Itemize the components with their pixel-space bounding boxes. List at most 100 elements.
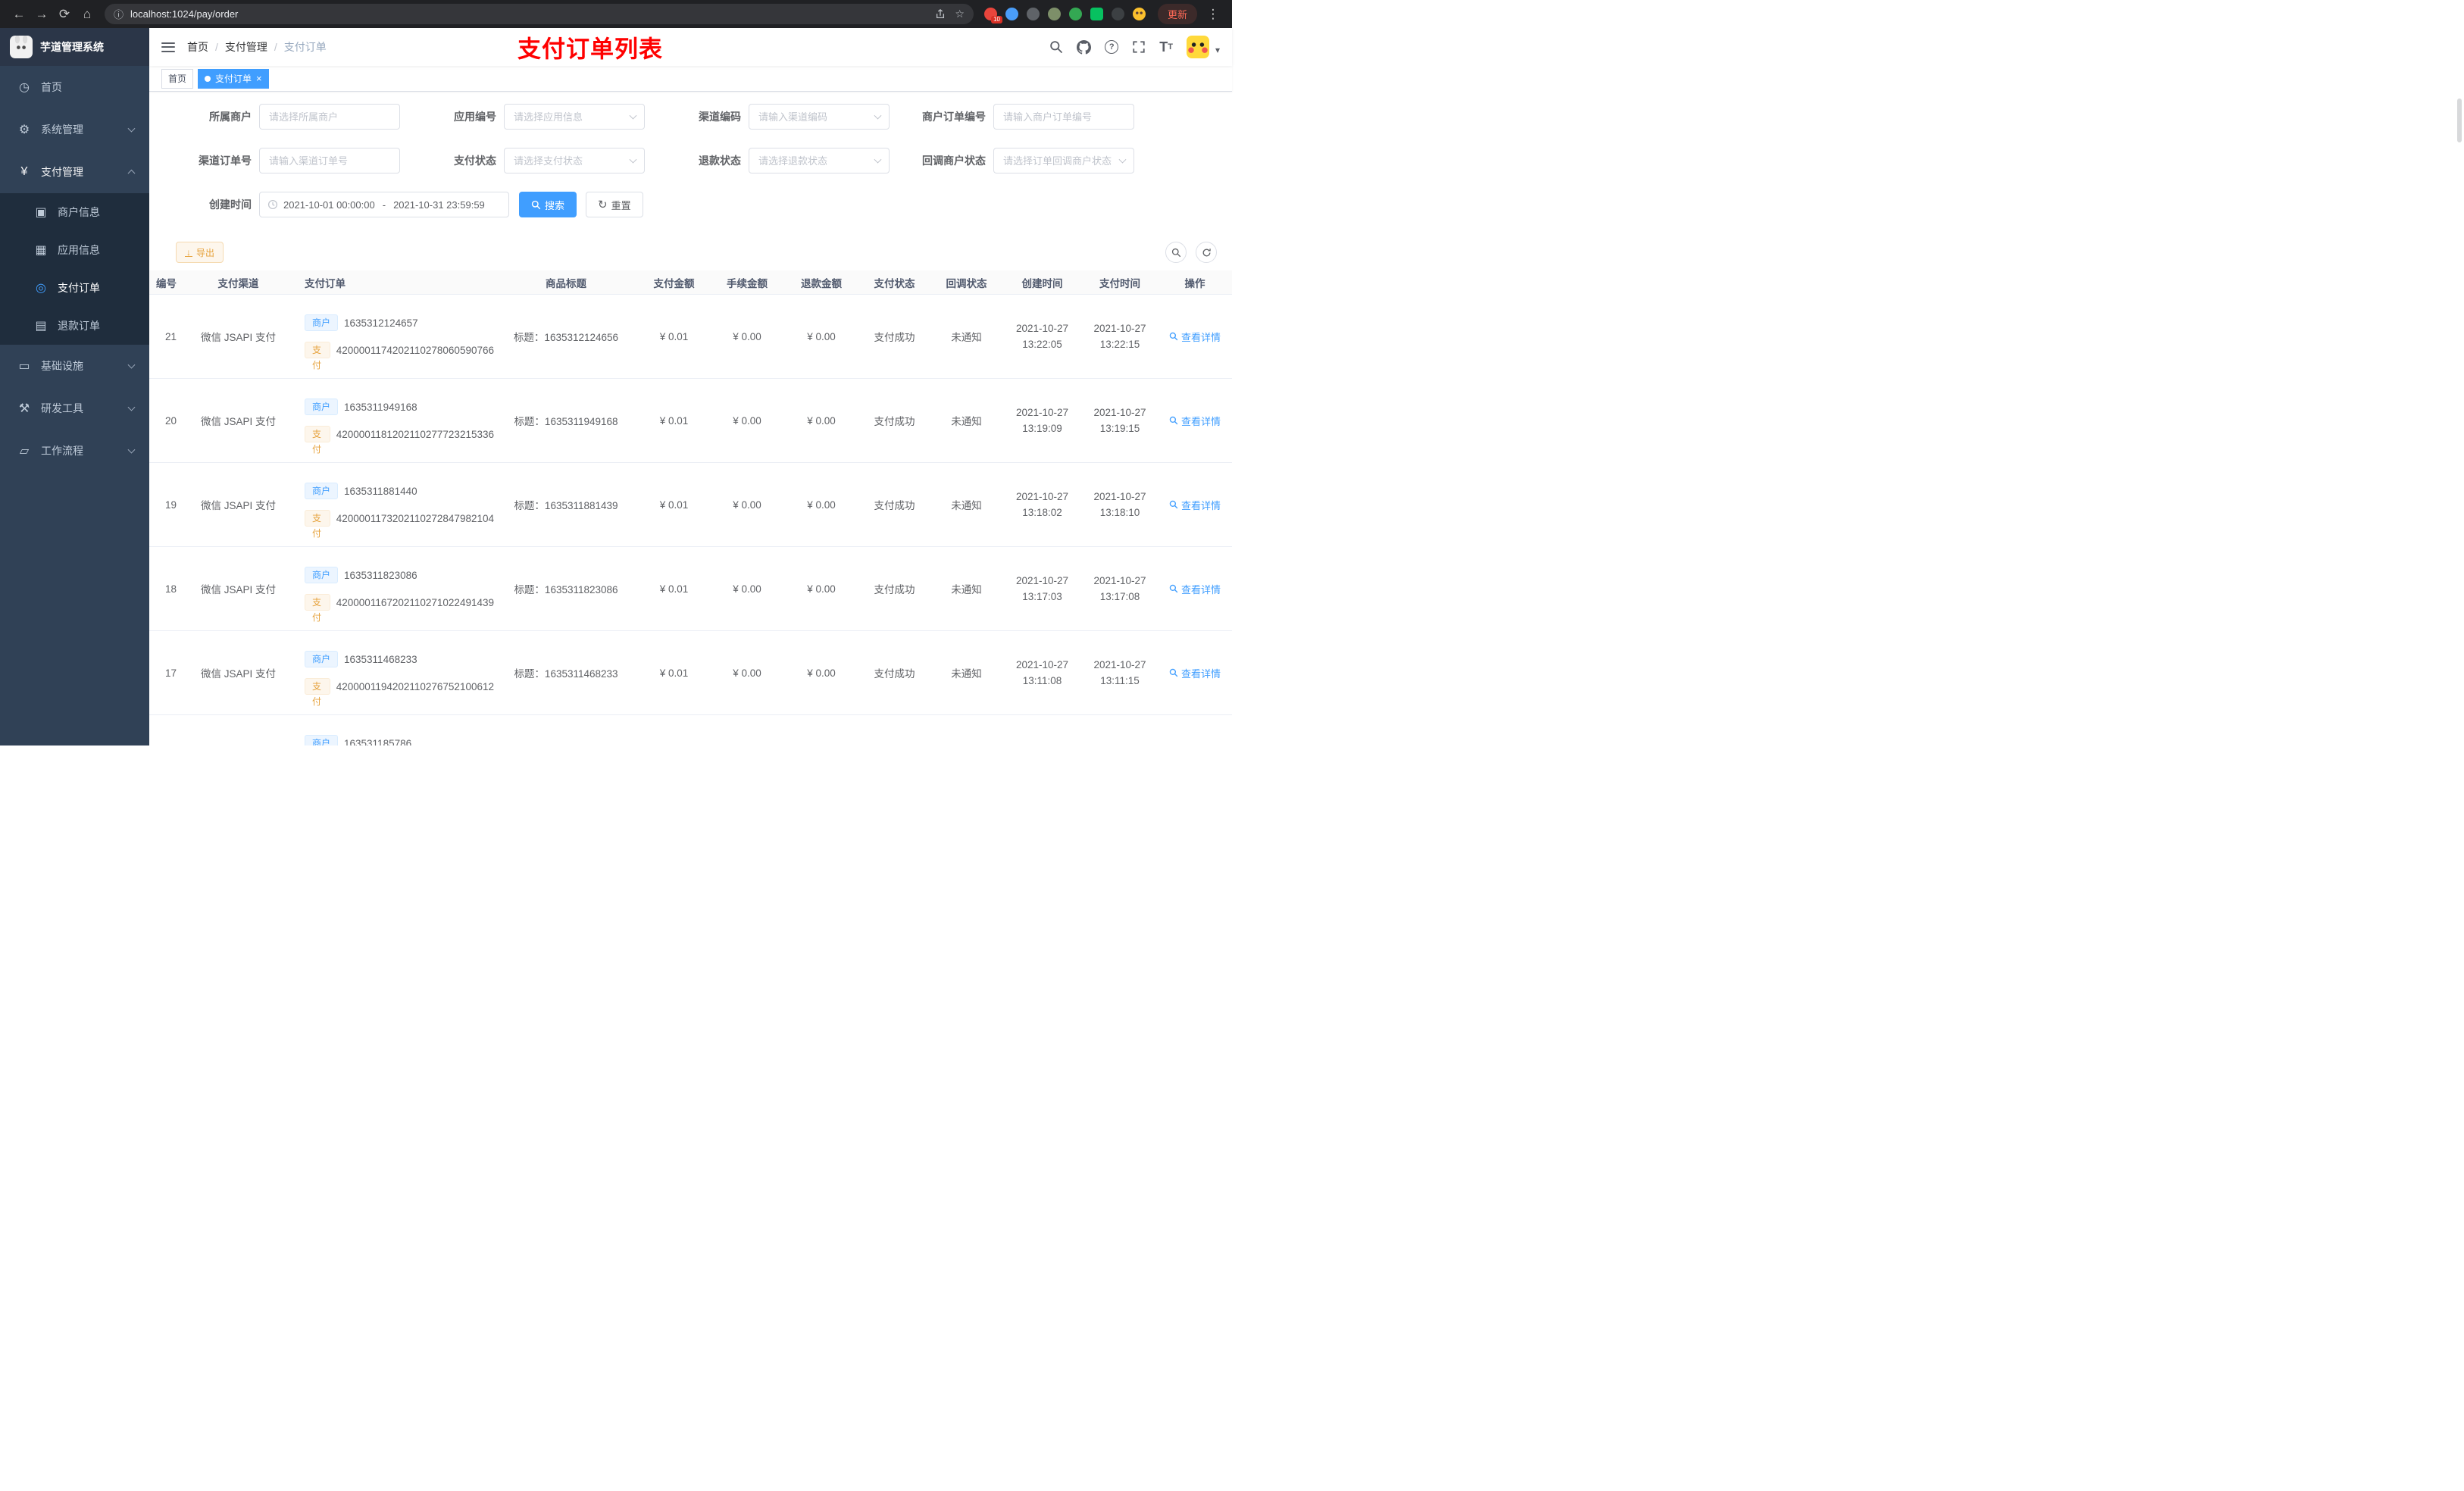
hammer-icon: ⚒ bbox=[18, 402, 30, 415]
view-detail-link[interactable]: 查看详情 bbox=[1158, 414, 1232, 428]
cell-pay-amount: ¥ 0.01 bbox=[659, 330, 689, 342]
reset-button[interactable]: ↻ 重置 bbox=[586, 192, 643, 217]
reload-icon[interactable]: ⟳ bbox=[53, 0, 76, 28]
table-row: 商户 163531185786 bbox=[149, 715, 1232, 746]
avatar-caret-icon[interactable]: ▾ bbox=[1215, 45, 1220, 55]
sidebar-item-refund-order[interactable]: ▤ 退款订单 bbox=[0, 307, 149, 345]
cell-order-id: 21 bbox=[164, 330, 177, 342]
column-header: 手续金额 bbox=[727, 277, 768, 289]
search-button[interactable]: 搜索 bbox=[519, 192, 577, 217]
app-logo: 芋道管理系统 bbox=[0, 28, 149, 66]
chevron-down-icon bbox=[127, 403, 136, 411]
column-header: 编号 bbox=[156, 277, 177, 289]
extension-icon[interactable] bbox=[1047, 8, 1061, 20]
date-end[interactable]: 2021-10-31 23:59:59 bbox=[393, 199, 485, 211]
help-icon[interactable]: ? bbox=[1105, 40, 1119, 54]
refund-status-select[interactable] bbox=[749, 148, 890, 173]
pay-status-select[interactable] bbox=[504, 148, 645, 173]
merchant-order-no: 1635311949168 bbox=[344, 401, 417, 413]
column-header: 支付金额 bbox=[653, 277, 695, 289]
channel-code-select[interactable] bbox=[749, 104, 890, 130]
search-icon[interactable] bbox=[1049, 40, 1063, 54]
table-toolbar: ↓ 导出 bbox=[176, 242, 1217, 263]
sidebar-item-devtools[interactable]: ⚒ 研发工具 bbox=[0, 387, 149, 430]
url-bar[interactable]: ⓘ localhost:1024/pay/order ☆ bbox=[105, 4, 974, 24]
extension-icon[interactable] bbox=[1026, 8, 1040, 20]
view-detail-link[interactable]: 查看详情 bbox=[1158, 330, 1232, 344]
app-select[interactable] bbox=[504, 104, 645, 130]
chrome-update-button[interactable]: 更新 bbox=[1157, 4, 1197, 24]
forward-icon[interactable]: → bbox=[30, 0, 53, 28]
extension-icon[interactable] bbox=[1068, 8, 1082, 20]
cell-refund-amount: ¥ 0.00 bbox=[807, 330, 836, 342]
sidebar-item-merchant-info[interactable]: ▣ 商户信息 bbox=[0, 193, 149, 231]
tab-pay-order[interactable]: 支付订单 × bbox=[198, 68, 269, 89]
monitor-icon: ▭ bbox=[18, 360, 30, 373]
cell-refund-amount: ¥ 0.00 bbox=[807, 414, 836, 427]
view-detail-link[interactable]: 查看详情 bbox=[1158, 498, 1232, 512]
column-header: 退款金额 bbox=[801, 277, 842, 289]
orders-table: 编号 支付渠道 支付订单 商品标题 支付金额 手续金额 退款金额 支付状态 回调… bbox=[149, 270, 1232, 746]
cell-order-id: 20 bbox=[164, 414, 177, 427]
merchant-order-no-input[interactable] bbox=[993, 104, 1134, 130]
table-row: 21 微信 JSAPI 支付 商户 1635312124657 支付 42000… bbox=[149, 295, 1232, 379]
cell-product-title: 标题：1635312124656 bbox=[513, 332, 619, 343]
export-button[interactable]: ↓ 导出 bbox=[176, 242, 224, 263]
extension-icon[interactable] bbox=[1090, 8, 1103, 20]
sidebar-item-home[interactable]: ◷ 首页 bbox=[0, 66, 149, 108]
sidebar-item-label: 商户信息 bbox=[58, 206, 100, 218]
breadcrumb-payment[interactable]: 支付管理 bbox=[225, 39, 267, 55]
close-icon[interactable]: × bbox=[256, 73, 262, 83]
url-text[interactable]: localhost:1024/pay/order bbox=[130, 8, 926, 20]
merchant-input[interactable] bbox=[259, 104, 400, 130]
home-icon[interactable]: ⌂ bbox=[76, 0, 98, 28]
extension-icon[interactable] bbox=[1005, 8, 1018, 20]
view-detail-link[interactable]: 查看详情 bbox=[1158, 582, 1232, 596]
toggle-search-button[interactable] bbox=[1165, 242, 1187, 263]
merchant-tag: 商户 bbox=[305, 314, 339, 331]
github-icon[interactable] bbox=[1077, 39, 1092, 55]
filter-pay-status: 支付状态 bbox=[424, 148, 652, 173]
filter-label: 退款状态 bbox=[699, 155, 741, 167]
sidebar-item-system[interactable]: ⚙ 系统管理 bbox=[0, 108, 149, 151]
filter-label: 应用编号 bbox=[454, 111, 496, 123]
extension-icon[interactable] bbox=[1132, 8, 1146, 20]
breadcrumb-home[interactable]: 首页 bbox=[187, 39, 208, 55]
sidebar-item-workflow[interactable]: ▱ 工作流程 bbox=[0, 430, 149, 472]
date-start[interactable]: 2021-10-01 00:00:00 bbox=[283, 199, 375, 211]
chrome-menu-icon[interactable]: ⋮ bbox=[1202, 0, 1224, 28]
back-icon[interactable]: ← bbox=[8, 0, 30, 28]
sidebar-item-pay-order[interactable]: ◎ 支付订单 bbox=[0, 269, 149, 307]
cell-create-time: 2021-10-27 13:17:03 bbox=[1015, 575, 1069, 602]
tags-view: 首页 支付订单 × bbox=[149, 66, 1232, 92]
bookmark-star-icon[interactable]: ☆ bbox=[955, 8, 965, 20]
table-row: 20 微信 JSAPI 支付 商户 1635311949168 支付 42000… bbox=[149, 379, 1232, 463]
site-info-icon[interactable]: ⓘ bbox=[114, 7, 124, 21]
tab-home[interactable]: 首页 bbox=[161, 68, 194, 89]
sidebar-item-app-info[interactable]: ▦ 应用信息 bbox=[0, 231, 149, 269]
filter-label: 渠道编码 bbox=[699, 111, 741, 123]
notify-status-select[interactable] bbox=[993, 148, 1134, 173]
font-size-icon[interactable]: TT bbox=[1159, 39, 1173, 55]
cell-fee-amount: ¥ 0.00 bbox=[733, 499, 761, 511]
chevron-down-icon bbox=[127, 445, 136, 454]
cell-pay-order: 商户 1635312124657 支付 42000011742021102780… bbox=[289, 314, 494, 370]
extension-icon[interactable]: 10 bbox=[983, 8, 1002, 23]
logo-icon bbox=[10, 36, 33, 58]
fullscreen-icon[interactable] bbox=[1132, 40, 1146, 54]
avatar[interactable] bbox=[1186, 36, 1209, 58]
content: 所属商户 应用编号 渠道编码 商户订单编号 渠 bbox=[149, 92, 1232, 746]
share-icon[interactable] bbox=[935, 8, 946, 20]
cell-order-id: 18 bbox=[164, 583, 177, 595]
pay-tag: 支付 bbox=[305, 426, 330, 455]
sidebar-item-infra[interactable]: ▭ 基础设施 bbox=[0, 345, 149, 387]
extension-icon[interactable] bbox=[1111, 8, 1124, 20]
sidebar-item-payment[interactable]: ¥ 支付管理 bbox=[0, 151, 149, 193]
hamburger-icon[interactable] bbox=[161, 42, 175, 52]
channel-order-no-input[interactable] bbox=[259, 148, 400, 173]
active-dot bbox=[205, 75, 211, 82]
view-detail-link[interactable]: 查看详情 bbox=[1158, 666, 1232, 680]
create-time-range-picker[interactable]: 2021-10-01 00:00:00 - 2021-10-31 23:59:5… bbox=[259, 192, 509, 217]
refresh-table-button[interactable] bbox=[1196, 242, 1217, 263]
scrollbar-thumb[interactable] bbox=[2457, 98, 2462, 142]
